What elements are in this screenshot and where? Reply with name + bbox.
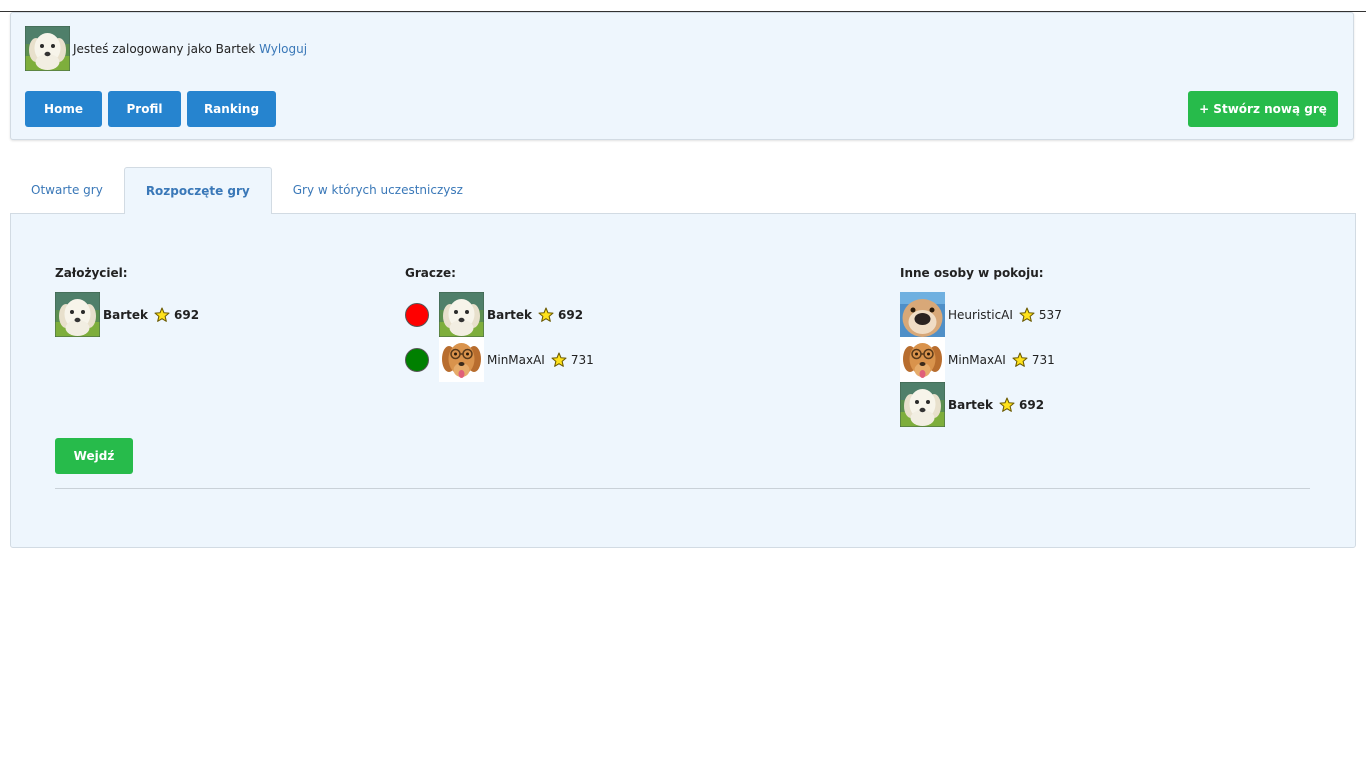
other-name: Bartek	[948, 397, 994, 412]
other-avatar	[900, 382, 945, 427]
star-icon	[551, 352, 567, 368]
home-button[interactable]: Home	[25, 91, 102, 127]
create-game-button[interactable]: + Stwórz nową grę	[1188, 91, 1338, 127]
game-tabs: Otwarte gry Rozpoczęte gry Gry w których…	[10, 167, 484, 214]
other-score: 537	[1038, 307, 1062, 322]
players-section: Gracze: Bartek 692 MinMaxAI 731	[405, 266, 594, 382]
others-section: Inne osoby w pokoju: HeuristicAI 537 Min…	[900, 266, 1062, 427]
tab-participating-games[interactable]: Gry w których uczestniczysz	[272, 167, 484, 214]
game-panel: Założyciel: Bartek 692 Gracze: Bartek 69…	[10, 213, 1356, 548]
star-icon	[154, 307, 170, 323]
user-status: Jesteś zalogowany jako Bartek Wyloguj	[73, 42, 307, 56]
profile-button[interactable]: Profil	[108, 91, 181, 127]
player-score: 731	[570, 352, 594, 367]
other-avatar	[900, 337, 945, 382]
star-icon	[999, 397, 1015, 413]
founder-section: Założyciel: Bartek 692	[55, 266, 199, 337]
other-name: MinMaxAI	[948, 352, 1006, 367]
other-name: HeuristicAI	[948, 307, 1013, 322]
divider	[55, 488, 1310, 489]
user-info: Jesteś zalogowany jako Bartek Wyloguj	[25, 26, 307, 71]
user-avatar	[25, 26, 70, 71]
other-avatar	[900, 292, 945, 337]
other-score: 731	[1031, 352, 1055, 367]
founder-score: 692	[174, 307, 200, 322]
header-panel: Jesteś zalogowany jako Bartek Wyloguj Ho…	[10, 12, 1354, 140]
tab-open-games[interactable]: Otwarte gry	[10, 167, 124, 214]
player-entry: Bartek 692	[405, 292, 594, 337]
founder-name: Bartek	[103, 307, 149, 322]
star-icon	[1019, 307, 1035, 323]
main-nav: Home Profil Ranking	[25, 91, 276, 127]
player-color-red	[405, 302, 429, 327]
logged-in-text: Jesteś zalogowany jako Bartek	[73, 41, 256, 56]
enter-game-button[interactable]: Wejdź	[55, 438, 133, 474]
player-entry: MinMaxAI 731	[405, 337, 594, 382]
players-title: Gracze:	[405, 266, 456, 280]
star-icon	[538, 307, 554, 323]
player-score: 692	[558, 307, 584, 322]
other-score: 692	[1019, 397, 1045, 412]
player-color-green	[405, 347, 429, 372]
star-icon	[1012, 352, 1028, 368]
other-person-entry: Bartek 692	[900, 382, 1062, 427]
player-name: MinMaxAI	[487, 352, 545, 367]
player-name: Bartek	[487, 307, 533, 322]
logout-link[interactable]: Wyloguj	[259, 42, 307, 56]
others-title: Inne osoby w pokoju:	[900, 266, 1044, 280]
ranking-button[interactable]: Ranking	[187, 91, 276, 127]
tab-started-games[interactable]: Rozpoczęte gry	[123, 167, 272, 214]
player-avatar	[439, 337, 484, 382]
other-person-entry: MinMaxAI 731	[900, 337, 1062, 382]
player-avatar	[439, 292, 484, 337]
founder-entry: Bartek 692	[55, 292, 199, 337]
founder-title: Założyciel:	[55, 266, 128, 280]
founder-avatar	[55, 292, 100, 337]
other-person-entry: HeuristicAI 537	[900, 292, 1062, 337]
